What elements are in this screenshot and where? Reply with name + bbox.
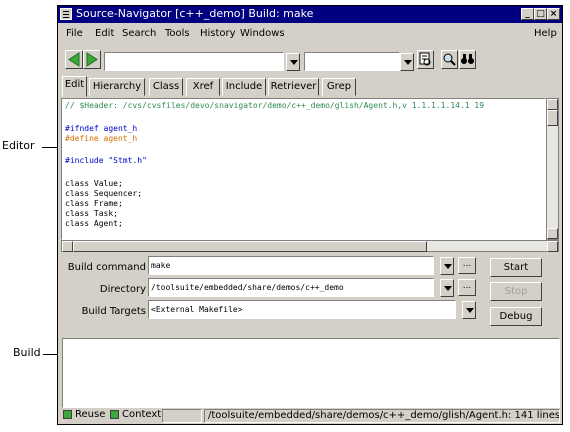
- close-icon[interactable]: ×: [547, 8, 560, 20]
- directory-label: Directory: [99, 284, 146, 295]
- menu-help[interactable]: Help: [534, 28, 557, 39]
- code-line: class Value;: [65, 179, 123, 188]
- directory-input[interactable]: /toolsuite/embedded/share/demos/c++_demo: [148, 278, 434, 297]
- menu-file[interactable]: File: [66, 28, 83, 39]
- chevron-down-icon[interactable]: [462, 301, 476, 319]
- symbol-combo[interactable]: [104, 52, 284, 71]
- forward-arrow-icon[interactable]: [83, 50, 101, 69]
- context-label: Context: [122, 409, 162, 420]
- reuse-checkbox[interactable]: [63, 410, 72, 419]
- code-line: class Task;: [65, 209, 118, 218]
- binoculars-icon[interactable]: [459, 50, 476, 69]
- build-command-label: Build command: [67, 262, 146, 273]
- stop-button[interactable]: Stop: [490, 282, 542, 301]
- code-line: class Agent;: [65, 219, 123, 228]
- scroll-left-icon[interactable]: [62, 241, 73, 252]
- start-button[interactable]: Start: [490, 258, 542, 277]
- menu-edit[interactable]: Edit: [95, 28, 114, 39]
- menu-tools[interactable]: Tools: [165, 28, 190, 39]
- editor-horizontal-scrollbar[interactable]: [61, 240, 559, 252]
- code-line: class Frame;: [65, 199, 123, 208]
- source-navigator-window: Source-Navigator [c++_demo] Build: make …: [57, 5, 563, 425]
- toolbar: [58, 48, 562, 74]
- chevron-down-icon[interactable]: [440, 257, 454, 275]
- maximize-icon[interactable]: □: [534, 8, 547, 20]
- find-definition-icon[interactable]: [417, 50, 434, 69]
- code-line: class Sequencer;: [65, 189, 143, 198]
- menu-windows[interactable]: Windows: [240, 28, 285, 39]
- chevron-down-icon[interactable]: [400, 53, 414, 71]
- build-output-area[interactable]: [62, 338, 560, 408]
- directory-browse-button[interactable]: ...: [458, 279, 476, 296]
- reuse-label: Reuse: [75, 409, 106, 420]
- status-file-info: /toolsuite/embedded/share/demos/c++_demo…: [204, 409, 560, 423]
- build-targets-select[interactable]: <External Makefile>: [148, 300, 456, 319]
- debug-button[interactable]: Debug: [490, 307, 542, 326]
- minimize-icon[interactable]: _: [521, 8, 534, 20]
- tab-retriever[interactable]: Retriever: [268, 78, 319, 96]
- scroll-thumb[interactable]: [547, 110, 558, 126]
- title-bar[interactable]: Source-Navigator [c++_demo] Build: make …: [58, 6, 562, 23]
- chevron-down-icon[interactable]: [440, 279, 454, 297]
- build-command-browse-button[interactable]: ...: [458, 257, 476, 274]
- menu-bar: File Edit Search Tools History Windows H…: [58, 25, 562, 43]
- scroll-right-icon[interactable]: [547, 241, 558, 252]
- menu-search[interactable]: Search: [122, 28, 156, 39]
- status-empty-cell: [162, 409, 202, 423]
- tab-xref[interactable]: Xref: [186, 78, 220, 96]
- chevron-down-icon[interactable]: [286, 53, 300, 71]
- scroll-up-icon[interactable]: [547, 99, 558, 110]
- build-command-input[interactable]: make: [148, 256, 434, 275]
- scroll-thumb[interactable]: [73, 241, 427, 252]
- code-line: #ifndef agent_h: [65, 124, 138, 133]
- tab-hierarchy[interactable]: Hierarchy: [89, 78, 145, 96]
- context-checkbox[interactable]: [110, 410, 119, 419]
- search-icon[interactable]: [441, 50, 458, 69]
- window-title: Source-Navigator [c++_demo] Build: make: [76, 7, 314, 20]
- status-bar: Reuse Context /toolsuite/embedded/share/…: [58, 408, 562, 424]
- editor-vertical-scrollbar[interactable]: [546, 98, 559, 240]
- menu-history[interactable]: History: [200, 28, 236, 39]
- tab-edit[interactable]: Edit: [62, 76, 87, 97]
- window-menu-icon[interactable]: [60, 8, 72, 20]
- back-arrow-icon[interactable]: [65, 50, 83, 69]
- editor-callout-label: Editor: [2, 139, 35, 152]
- scroll-down-icon[interactable]: [547, 228, 558, 239]
- filter-combo[interactable]: [304, 52, 400, 71]
- tab-bar: Edit Hierarchy Class Xref Include Retrie…: [58, 76, 562, 97]
- tab-include[interactable]: Include: [222, 78, 266, 96]
- code-editor[interactable]: // $Header: /cvs/cvsfiles/devo/snavigato…: [61, 98, 546, 240]
- tab-class[interactable]: Class: [149, 78, 183, 96]
- build-targets-label: Build Targets: [81, 306, 146, 317]
- code-line: #define agent_h: [65, 134, 138, 143]
- code-line: #include "Stmt.h": [65, 156, 147, 165]
- build-callout-label: Build: [13, 346, 41, 359]
- code-line: // $Header: /cvs/cvsfiles/devo/snavigato…: [65, 101, 485, 110]
- tab-grep[interactable]: Grep: [322, 78, 356, 96]
